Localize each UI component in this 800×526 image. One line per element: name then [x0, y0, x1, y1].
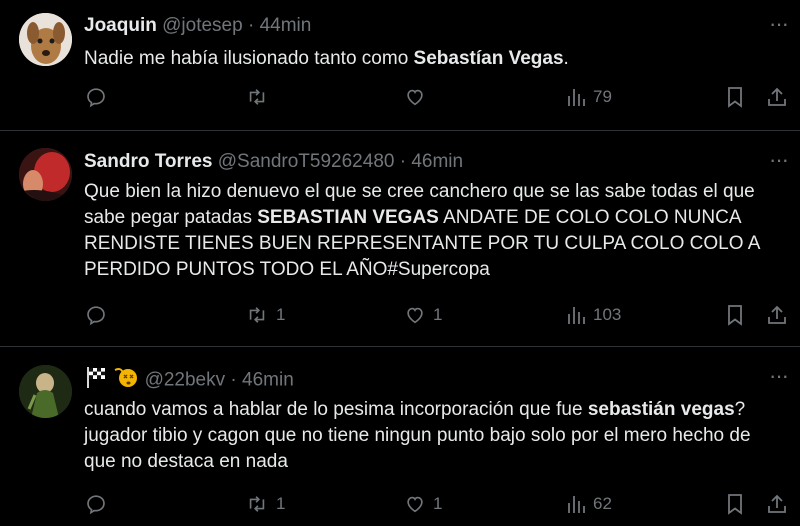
reply-button[interactable] — [85, 86, 114, 108]
text-run-bold: sebastián vegas — [587, 399, 735, 420]
view-count: 103 — [593, 305, 622, 324]
like-button[interactable]: 1 — [404, 493, 442, 515]
share-icon — [768, 494, 786, 513]
like-button[interactable]: 1 — [404, 304, 442, 326]
reply-icon — [87, 88, 105, 108]
retweet-count: 1 — [276, 494, 286, 513]
separator: · — [230, 369, 237, 391]
heart-icon — [407, 496, 423, 513]
views-chart-icon — [568, 496, 585, 513]
user-avatar-image — [19, 365, 72, 418]
avatar[interactable] — [19, 13, 72, 66]
like-count: 1 — [433, 305, 443, 324]
heart-icon — [407, 307, 423, 324]
handle[interactable]: @jotesep — [162, 15, 243, 36]
share-icon — [768, 305, 786, 324]
avatar[interactable] — [19, 148, 72, 201]
text-run: . — [563, 48, 569, 69]
share-button[interactable] — [766, 304, 788, 326]
view-count: 79 — [593, 87, 612, 106]
retweet-button[interactable] — [245, 86, 276, 108]
bookmark-icon — [728, 494, 742, 515]
views-button[interactable]: 62 — [566, 493, 612, 515]
retweet-button[interactable]: 1 — [245, 493, 285, 515]
tweet[interactable]: @22bekv · 46min ··· cuando vamos a habla… — [0, 348, 800, 526]
share-icon — [768, 87, 786, 106]
bookmark-icon — [728, 305, 742, 326]
separator: · — [399, 151, 407, 172]
like-button[interactable] — [404, 86, 433, 108]
timestamp[interactable]: 46min — [242, 370, 294, 391]
reply-icon — [87, 495, 105, 515]
retweet-button[interactable]: 1 — [245, 304, 285, 326]
display-name[interactable]: Sandro Torres — [84, 151, 212, 172]
views-chart-icon — [568, 89, 585, 106]
views-button[interactable]: 79 — [566, 86, 612, 108]
tweet-actions: 79 — [0, 86, 800, 116]
text-run: Nadie me había ilusionado tanto como — [84, 48, 414, 69]
avatar[interactable] — [19, 365, 72, 418]
view-count: 62 — [593, 494, 612, 513]
text-run: cuando vamos a hablar de lo pesima incor… — [84, 399, 588, 420]
like-count: 1 — [433, 494, 443, 513]
timestamp[interactable]: 44min — [260, 15, 312, 36]
text-run-bold: Sebastían Vegas — [413, 48, 564, 69]
more-options-icon[interactable]: ··· — [769, 13, 789, 35]
separator: · — [247, 15, 255, 36]
tweet-header: Joaquin @jotesep · 44min — [84, 14, 311, 38]
more-options-icon[interactable]: ··· — [769, 365, 789, 387]
tweet-text: cuando vamos a hablar de lo pesima incor… — [84, 397, 774, 475]
retweet-count: 1 — [276, 305, 286, 324]
dog-avatar-image — [19, 13, 72, 66]
views-button[interactable]: 103 — [566, 304, 621, 326]
heart-icon — [407, 89, 423, 106]
share-button[interactable] — [766, 86, 788, 108]
bookmark-button[interactable] — [726, 493, 744, 515]
more-options-icon[interactable]: ··· — [769, 149, 789, 171]
reply-icon — [87, 306, 105, 326]
text-run-bold: SEBASTIAN VEGAS — [257, 207, 439, 228]
retweet-icon — [249, 307, 265, 323]
dizzy-face-icon — [113, 366, 139, 395]
reply-button[interactable] — [85, 493, 114, 515]
bookmark-button[interactable] — [726, 86, 744, 108]
handle[interactable]: @SandroT59262480 — [218, 151, 395, 172]
checkered-flag-icon — [84, 366, 108, 395]
tweet-header: Sandro Torres @SandroT59262480 · 46min — [84, 150, 463, 174]
retweet-icon — [249, 496, 265, 512]
tweet-text: Nadie me había ilusionado tanto como Seb… — [84, 46, 784, 72]
tweet-text: Que bien la hizo denuevo el que se cree … — [84, 179, 784, 283]
handle[interactable]: @22bekv — [145, 370, 226, 391]
tweet[interactable]: Joaquin @jotesep · 44min ··· Nadie me ha… — [0, 0, 800, 131]
tweet-actions: 1 1 103 — [0, 304, 800, 334]
share-button[interactable] — [766, 493, 788, 515]
views-chart-icon — [568, 307, 585, 324]
display-name[interactable]: Joaquin — [84, 15, 157, 36]
tweet-header: @22bekv · 46min — [84, 366, 294, 395]
retweet-icon — [249, 89, 265, 105]
tweet-actions: 1 1 62 — [0, 493, 800, 523]
bookmark-button[interactable] — [726, 304, 744, 326]
tweet[interactable]: Sandro Torres @SandroT59262480 · 46min ·… — [0, 132, 800, 347]
timestamp[interactable]: 46min — [411, 151, 463, 172]
bookmark-icon — [728, 87, 742, 108]
user-avatar-image — [19, 148, 72, 201]
reply-button[interactable] — [85, 304, 114, 326]
